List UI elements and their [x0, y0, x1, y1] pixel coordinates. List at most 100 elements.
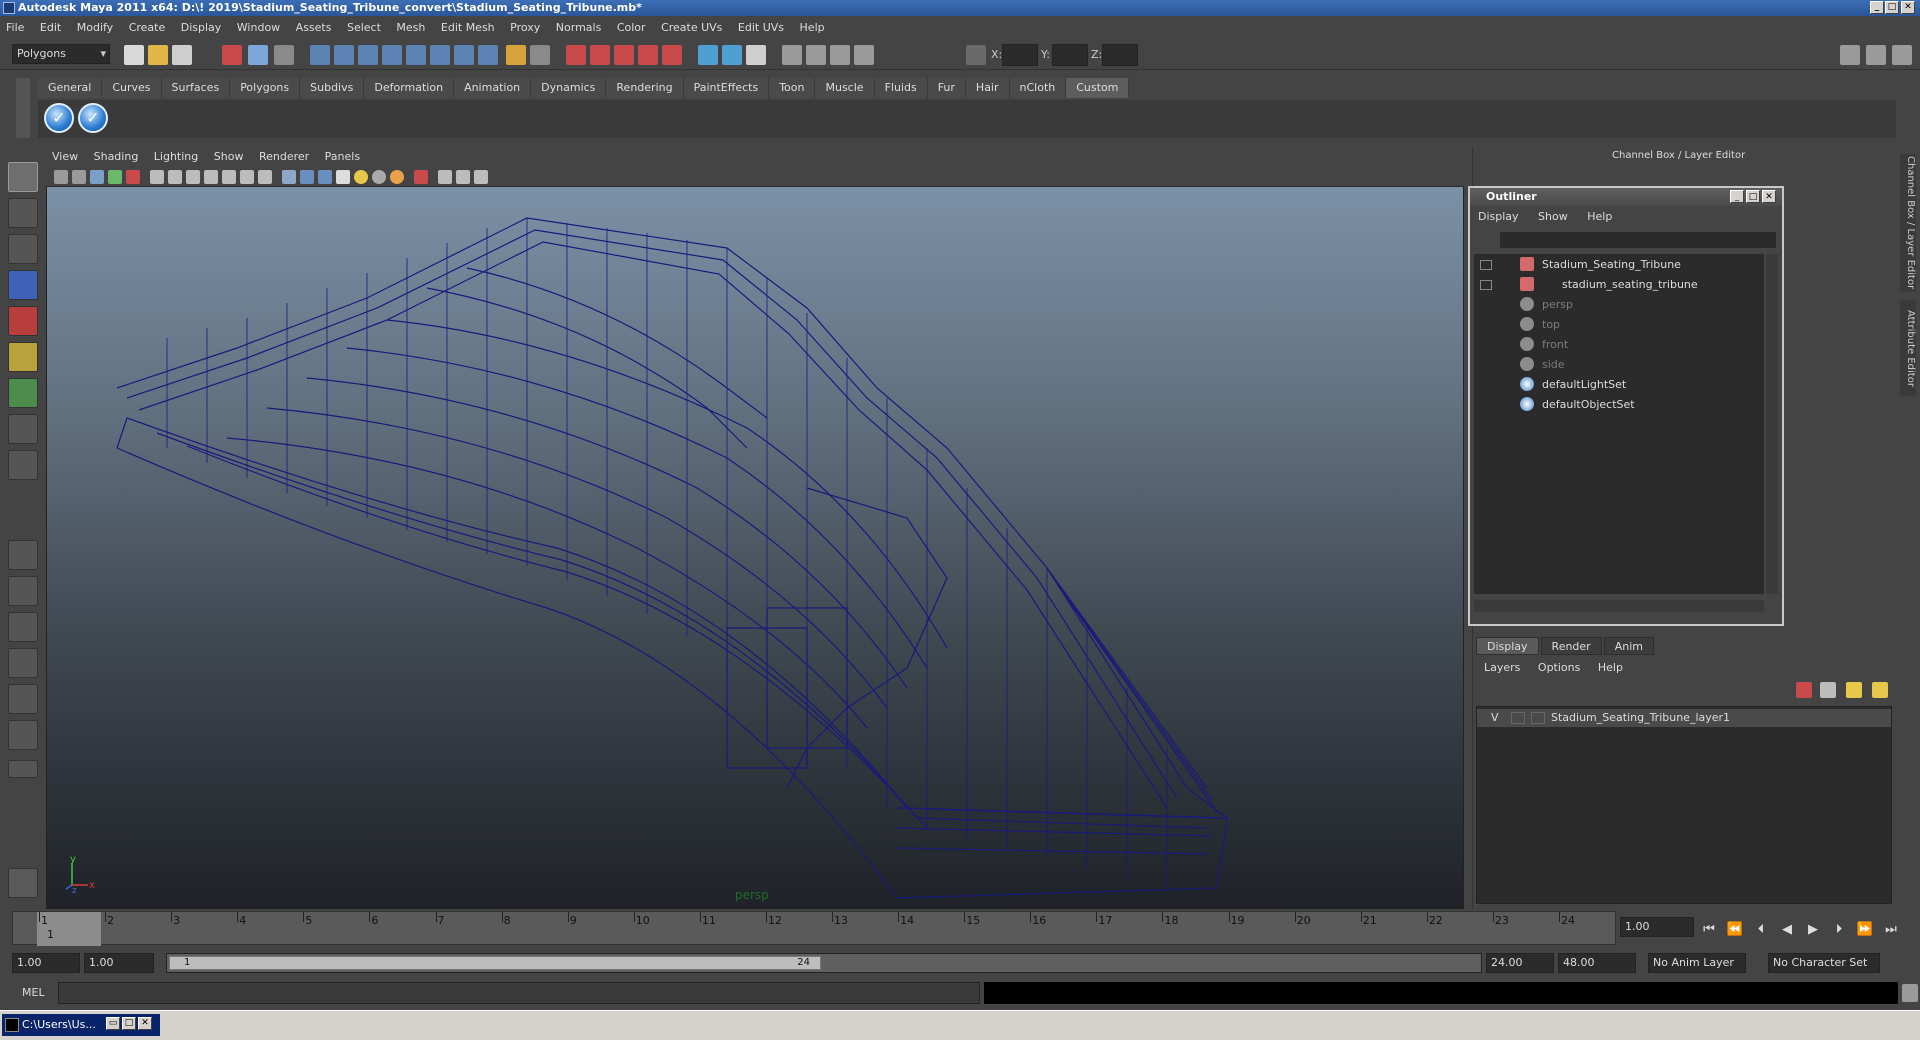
snap-curve-icon[interactable]	[334, 45, 354, 65]
camera-attributes-icon[interactable]	[72, 170, 86, 184]
use-all-lights-icon[interactable]	[354, 170, 368, 184]
taskbar-close-button[interactable]: ✕	[138, 1017, 152, 1030]
isolate-select-icon[interactable]	[414, 170, 428, 184]
layout-expand-icon[interactable]	[8, 760, 38, 778]
image-plane-icon[interactable]	[108, 170, 122, 184]
menu-set-selector[interactable]: Polygons	[12, 44, 110, 64]
outliner-item[interactable]: defaultLightSet	[1542, 376, 1626, 394]
move-tool-icon[interactable]	[8, 270, 38, 300]
select-component-icon[interactable]	[274, 45, 294, 65]
select-object-icon[interactable]	[248, 45, 268, 65]
maximize-button[interactable]: □	[1885, 1, 1899, 14]
snap-point-icon[interactable]	[358, 45, 378, 65]
menu-edit[interactable]: Edit	[34, 18, 67, 38]
select-hierarchy-icon[interactable]	[222, 45, 242, 65]
menu-window[interactable]: Window	[231, 18, 286, 38]
anim-end-field[interactable]: 24.00	[1486, 953, 1554, 973]
close-button[interactable]: ✕	[1901, 1, 1915, 14]
textured-icon[interactable]	[336, 170, 350, 184]
safe-action-icon[interactable]	[240, 170, 254, 184]
script-editor-icon[interactable]	[746, 45, 766, 65]
shelf-tab-polygons[interactable]: Polygons	[230, 78, 301, 98]
layer-type-toggle[interactable]	[1511, 712, 1525, 724]
new-layer-from-selection-icon[interactable]	[1796, 682, 1812, 698]
new-layer-icon[interactable]	[1820, 682, 1836, 698]
wireframe-on-shaded-icon[interactable]	[318, 170, 332, 184]
menu-mesh[interactable]: Mesh	[390, 18, 431, 38]
check-icon[interactable]: ✓	[44, 103, 74, 133]
vp-menu-show[interactable]: Show	[208, 147, 250, 167]
graph-persp-layout-icon[interactable]	[8, 648, 38, 678]
step-forward-key-icon[interactable]: ⏩	[1856, 921, 1874, 939]
two-d-pan-icon[interactable]	[126, 170, 140, 184]
new-scene-icon[interactable]	[124, 45, 144, 65]
layer-menu-options[interactable]: Options	[1538, 659, 1580, 677]
menu-display[interactable]: Display	[175, 18, 228, 38]
shelf-tab-animation[interactable]: Animation	[454, 78, 532, 98]
y-field[interactable]	[1052, 44, 1088, 66]
make-live-icon[interactable]	[406, 45, 426, 65]
four-pane-layout-icon[interactable]	[8, 576, 38, 606]
layer-name[interactable]: Stadium_Seating_Tribune_layer1	[1551, 709, 1730, 727]
play-backwards-icon[interactable]: ◀	[1778, 921, 1796, 939]
vp-menu-lighting[interactable]: Lighting	[148, 147, 204, 167]
outliner-item[interactable]: stadium_seating_tribune	[1562, 276, 1698, 294]
side-tab-channel-box[interactable]: Channel Box / Layer Editor	[1900, 154, 1916, 292]
minimize-button[interactable]: _	[1870, 1, 1884, 14]
end-time-field[interactable]: 48.00	[1558, 953, 1636, 973]
move-layer-down-icon[interactable]	[1872, 682, 1888, 698]
xray-icon[interactable]	[438, 170, 452, 184]
layer-row[interactable]: V Stadium_Seating_Tribune_layer1	[1477, 709, 1891, 727]
outliner-menu-display[interactable]: Display	[1478, 208, 1519, 226]
xray-joints-icon[interactable]	[456, 170, 470, 184]
save-scene-icon[interactable]	[172, 45, 192, 65]
x-field[interactable]	[1002, 44, 1038, 66]
shelf-tab-curves[interactable]: Curves	[102, 78, 162, 98]
menu-edit-uvs[interactable]: Edit UVs	[732, 18, 790, 38]
shelf-tab-subdivs[interactable]: Subdivs	[300, 78, 365, 98]
current-time-field[interactable]: 1.00	[1620, 917, 1694, 937]
outliner-minimize-button[interactable]: _	[1730, 190, 1744, 203]
outliner-filter-input[interactable]	[1500, 232, 1776, 248]
channel-box-toggle-icon[interactable]	[1840, 45, 1860, 65]
outliner-item[interactable]: Stadium_Seating_Tribune	[1542, 256, 1681, 274]
menu-select[interactable]: Select	[341, 18, 387, 38]
xray-components-icon[interactable]	[474, 170, 488, 184]
lock-icon[interactable]	[506, 45, 526, 65]
high-quality-icon[interactable]	[390, 170, 404, 184]
tab-anim[interactable]: Anim	[1603, 637, 1654, 655]
render-settings-icon[interactable]	[614, 45, 634, 65]
mel-command-input[interactable]	[58, 982, 980, 1004]
step-back-frame-icon[interactable]: ⏴	[1752, 921, 1770, 939]
paint-icon[interactable]	[830, 45, 850, 65]
outliner-horizontal-scrollbar[interactable]	[1474, 600, 1764, 612]
scale-tool-icon[interactable]	[8, 342, 38, 372]
taskbar-restore-button[interactable]: ▭	[106, 1017, 120, 1030]
single-pane-layout-icon[interactable]	[8, 540, 38, 570]
menu-create[interactable]: Create	[123, 18, 172, 38]
field-chart-icon[interactable]	[222, 170, 236, 184]
layer-menu-help[interactable]: Help	[1598, 659, 1623, 677]
go-to-end-icon[interactable]: ⏭	[1882, 921, 1900, 939]
last-tool-icon[interactable]	[8, 450, 38, 480]
open-scene-icon[interactable]	[148, 45, 168, 65]
shadows-icon[interactable]	[372, 170, 386, 184]
outliner-item[interactable]: persp	[1542, 296, 1573, 314]
shelf-tab-rendering[interactable]: Rendering	[606, 78, 684, 98]
outliner-vertical-scrollbar[interactable]	[1766, 254, 1778, 594]
menu-color[interactable]: Color	[611, 18, 652, 38]
check-icon[interactable]: ✓	[78, 103, 108, 133]
script-editor-button-icon[interactable]	[1902, 984, 1918, 1002]
step-back-key-icon[interactable]: ⏪	[1726, 921, 1744, 939]
range-slider-thumb[interactable]: 1 24	[169, 956, 821, 970]
menu-file[interactable]: File	[0, 18, 30, 38]
shelf-tab-painteffects[interactable]: PaintEffects	[683, 78, 770, 98]
safe-title-icon[interactable]	[258, 170, 272, 184]
range-slider[interactable]: 1 24	[166, 953, 1482, 973]
vp-menu-panels[interactable]: Panels	[319, 147, 366, 167]
lasso-tool-icon[interactable]	[8, 198, 38, 228]
modeling-toolkit-icon[interactable]	[782, 45, 802, 65]
snap-view-plane-icon[interactable]	[382, 45, 402, 65]
outliner-item[interactable]: front	[1542, 336, 1568, 354]
select-tool-icon[interactable]	[8, 162, 38, 192]
